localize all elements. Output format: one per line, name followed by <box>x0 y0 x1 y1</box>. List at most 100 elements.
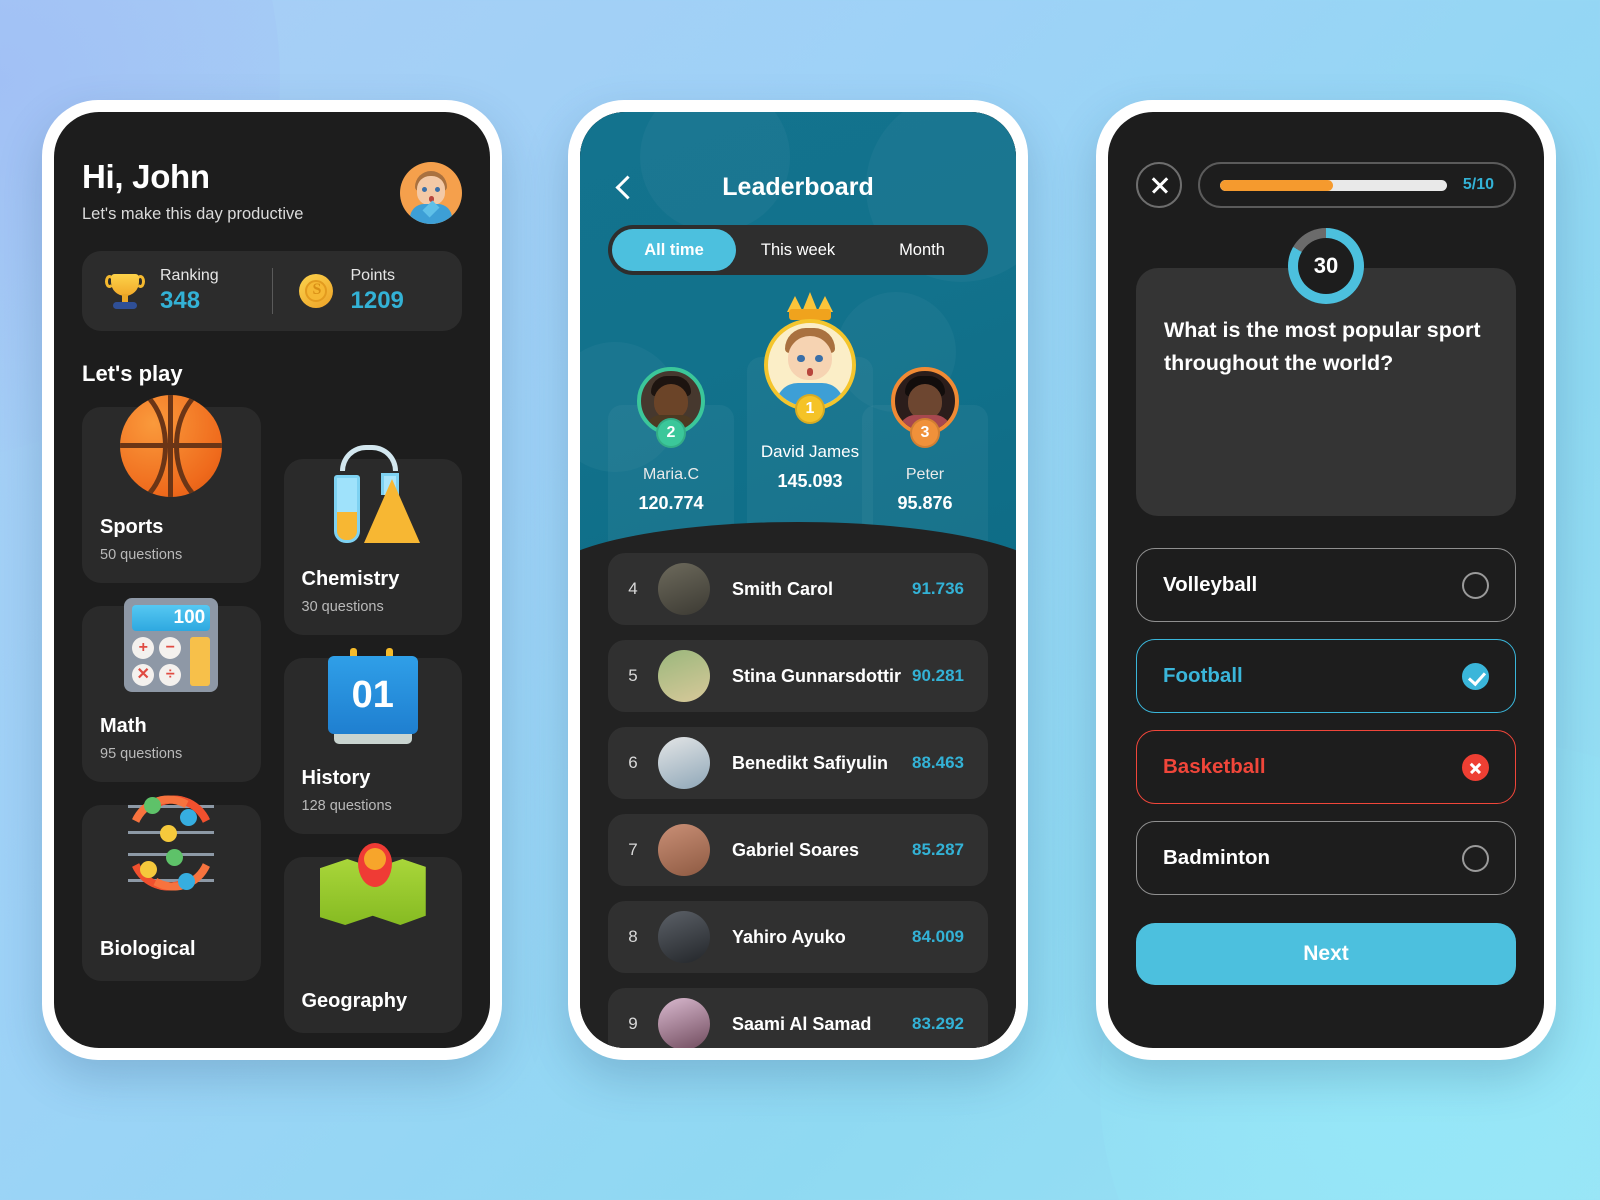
timer-value: 30 <box>1298 238 1354 294</box>
category-card-chemistry[interactable]: Chemistry 30 questions <box>283 445 462 635</box>
row-name: Smith Carol <box>732 578 834 599</box>
category-questions: 30 questions <box>301 599 384 615</box>
category-questions: 95 questions <box>100 746 183 762</box>
category-questions: 128 questions <box>301 798 392 814</box>
stat-points[interactable]: S Points 1209 <box>273 267 463 315</box>
avatar <box>658 998 710 1048</box>
podium: 2 Maria.C 120.774 1 David James 145.093 … <box>580 292 1016 560</box>
table-row[interactable]: 5 Stina Gunnarsdottir 90.281 <box>608 640 988 712</box>
avatar <box>658 824 710 876</box>
table-row[interactable]: 7 Gabriel Soares 85.287 <box>608 814 988 886</box>
leaderboard-list: 4 Smith Carol 91.736 5 Stina Gunnarsdott… <box>580 527 1016 1048</box>
category-card-geography[interactable]: Geography <box>283 843 462 1033</box>
row-score: 85.287 <box>912 840 964 859</box>
quiz-screen: 5/10 30 What is the most popular sport t… <box>1108 112 1544 1048</box>
progress-fill <box>1220 179 1334 191</box>
category-name: Math <box>100 715 147 737</box>
leaderboard-header: Leaderboard <box>580 112 1016 201</box>
stats-card: Ranking 348 S Points 1209 <box>82 251 462 331</box>
row-score: 90.281 <box>912 666 964 685</box>
progress-bar: 5/10 <box>1198 162 1516 208</box>
category-name: History <box>301 767 371 789</box>
leaderboard-title: Leaderboard <box>722 172 874 201</box>
progress-track <box>1220 179 1447 191</box>
avatar <box>658 911 710 963</box>
home-screen: Hi, John Let's make this day productive … <box>54 112 490 1048</box>
rank-badge: 3 <box>910 418 940 448</box>
phone-quiz: 5/10 30 What is the most popular sport t… <box>1096 100 1556 1060</box>
podium-first[interactable]: 1 David James 145.093 <box>747 292 873 538</box>
calendar-day: 01 <box>327 656 418 734</box>
next-button[interactable]: Next <box>1136 923 1516 985</box>
row-name: Gabriel Soares <box>732 839 860 860</box>
crown-icon <box>787 292 833 320</box>
row-score: 83.292 <box>912 1014 964 1033</box>
question-card: What is the most popular sport throughou… <box>1136 268 1516 516</box>
ranking-value: 348 <box>160 287 201 314</box>
tab-all-time[interactable]: All time <box>612 229 736 271</box>
option-basketball[interactable]: Basketball <box>1136 730 1516 804</box>
option-label: Badminton <box>1163 846 1271 869</box>
category-card-sports[interactable]: Sports 50 questions <box>82 395 261 583</box>
leaderboard-screen: Leaderboard All time This week Month 2 M <box>580 112 1016 1048</box>
option-football[interactable]: Football <box>1136 639 1516 713</box>
option-label: Football <box>1163 664 1243 687</box>
basketball-icon <box>82 381 261 511</box>
table-row[interactable]: 6 Benedikt Safiyulin 88.463 <box>608 727 988 799</box>
row-rank: 5 <box>628 666 638 685</box>
question-text: What is the most popular sport throughou… <box>1164 318 1481 375</box>
table-row[interactable]: 9 Saami Al Samad 83.292 <box>608 988 988 1048</box>
category-name: Geography <box>301 990 408 1012</box>
option-label: Basketball <box>1163 755 1266 778</box>
row-score: 88.463 <box>912 753 964 772</box>
table-row[interactable]: 4 Smith Carol 91.736 <box>608 553 988 625</box>
quiz-header: 5/10 <box>1136 162 1516 208</box>
row-name: Yahiro Ayuko <box>732 926 846 947</box>
greeting-subtitle: Let's make this day productive <box>82 205 304 223</box>
radio-empty-icon <box>1462 844 1489 872</box>
row-rank: 7 <box>628 840 638 859</box>
row-rank: 6 <box>628 753 638 772</box>
category-card-biological[interactable]: Biological <box>82 784 261 981</box>
avatar[interactable] <box>400 162 462 224</box>
ranking-label: Ranking <box>160 267 219 284</box>
row-rank: 9 <box>628 1014 638 1033</box>
podium-second[interactable]: 2 Maria.C 120.774 <box>608 367 734 560</box>
page-title: Hi, John <box>82 158 210 195</box>
row-name: Benedikt Safiyulin <box>732 752 889 773</box>
option-badminton[interactable]: Badminton <box>1136 821 1516 895</box>
timeframe-tabs: All time This week Month <box>608 225 988 275</box>
table-row[interactable]: 8 Yahiro Ayuko 84.009 <box>608 901 988 973</box>
rank-badge: 2 <box>656 418 686 448</box>
row-name: Saami Al Samad <box>732 1013 872 1034</box>
flask-icon <box>284 433 463 563</box>
tab-month[interactable]: Month <box>860 229 984 271</box>
calculator-display: 100 <box>132 605 211 631</box>
points-label: Points <box>350 267 395 284</box>
rank-badge: 1 <box>795 394 825 424</box>
cross-icon <box>1462 753 1489 781</box>
calculator-icon: 100 + − ✕ ÷ <box>82 580 261 710</box>
row-score: 84.009 <box>912 927 964 946</box>
tab-this-week[interactable]: This week <box>736 229 860 271</box>
option-volleyball[interactable]: Volleyball <box>1136 548 1516 622</box>
category-name: Sports <box>100 516 164 538</box>
avatar <box>658 563 710 615</box>
category-card-math[interactable]: 100 + − ✕ ÷ Math 95 questions <box>82 598 261 782</box>
category-card-history[interactable]: 01 History 128 questions <box>283 648 462 834</box>
podium-third[interactable]: 3 Peter 95.876 <box>862 367 988 560</box>
avatar <box>658 737 710 789</box>
greeting-row: Hi, John Let's make this day productive <box>82 158 462 224</box>
avatar <box>658 650 710 702</box>
close-icon[interactable] <box>1136 162 1182 208</box>
phone-leaderboard: Leaderboard All time This week Month 2 M <box>568 100 1028 1060</box>
progress-label: 5/10 <box>1462 176 1494 193</box>
map-pin-icon <box>284 831 463 961</box>
option-label: Volleyball <box>1163 573 1258 596</box>
category-name: Biological <box>100 938 196 960</box>
row-name: Stina Gunnarsdottir <box>732 665 902 686</box>
stat-ranking[interactable]: Ranking 348 <box>82 267 272 315</box>
row-score: 91.736 <box>912 579 964 598</box>
phone-home: Hi, John Let's make this day productive … <box>42 100 502 1060</box>
row-rank: 8 <box>628 927 638 946</box>
